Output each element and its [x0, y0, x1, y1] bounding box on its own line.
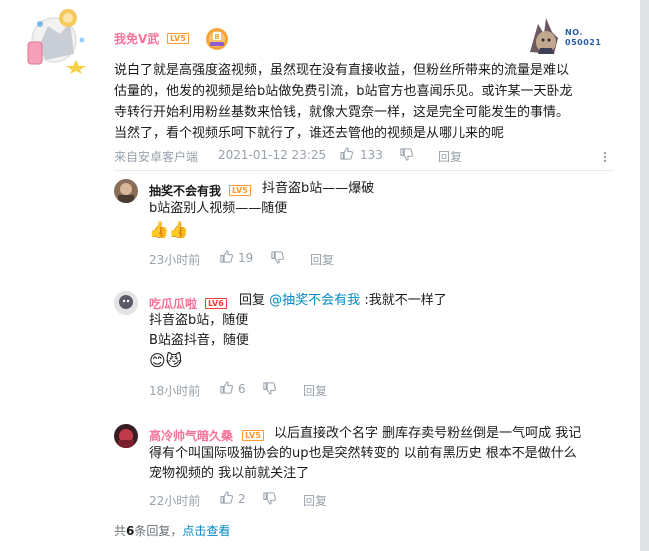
more-options-icon[interactable]: [600, 151, 610, 163]
thumb-down-icon[interactable]: [270, 250, 285, 265]
comment-line: 寺转行开始利用粉丝基数来恰钱，就像大霓奈一样，这是完全可能发生的事情。: [114, 105, 570, 120]
divider: [114, 170, 614, 171]
comment-time: 2021-01-12 23:25: [218, 148, 327, 162]
reply-avatar[interactable]: [114, 291, 138, 315]
reply-username[interactable]: 抽奖不会有我: [149, 182, 221, 199]
reply-username[interactable]: 高冷帅气暗久桑: [149, 427, 233, 444]
thumb-down-icon[interactable]: [262, 381, 277, 396]
reply-text: 宠物视频的 我以前就关注了: [149, 466, 310, 481]
level-badge: LV5: [242, 430, 264, 441]
reply-text-line: 回复 @抽奖不会有我 :我就不一样了: [239, 291, 447, 311]
reply-time: 18小时前: [149, 384, 201, 398]
comment-line: 当然了，看个视频乐呵下就行了，谁还去管他的视频是从哪儿来的呢: [114, 126, 505, 141]
level-badge: LV5: [229, 185, 251, 196]
main-username[interactable]: 我免V武: [114, 30, 159, 47]
thumb-down-icon[interactable]: [399, 147, 414, 162]
reply-button[interactable]: 回复: [303, 382, 327, 399]
thumb-down-icon[interactable]: [262, 491, 277, 506]
comment-source: 来自安卓客户端: [114, 150, 199, 164]
scrollbar[interactable]: [640, 0, 649, 551]
reply-text: 抖音盗b站，随便: [149, 313, 249, 328]
user-avatar[interactable]: [24, 4, 90, 74]
like-count: 133: [360, 148, 383, 162]
smile-emoji: 😊😼: [149, 351, 183, 370]
reply-text: 抖音盗b站——爆破: [262, 181, 375, 196]
like-count: 2: [238, 492, 246, 506]
like-count: 6: [238, 382, 246, 396]
level-badge: LV5: [167, 33, 189, 44]
total-prefix: 共: [114, 524, 127, 538]
thumb-up-icon[interactable]: [219, 490, 234, 505]
reply-time: 23小时前: [149, 253, 201, 267]
comment-line: 估量的，他发的视频是给b站做免费引流，b站官方也喜闻乐见。或许某一天卧龙: [114, 84, 573, 99]
reply-avatar[interactable]: [114, 424, 138, 448]
fan-number: 050021: [565, 38, 602, 47]
reply-button[interactable]: 回复: [303, 492, 327, 509]
reply-total: 共6条回复，点击查看: [114, 522, 230, 539]
comment-line: 说白了就是高强度盗视频，虽然现在没有直接收益，但粉丝所带来的流量是难以: [114, 63, 570, 78]
total-suffix: 条回复，: [134, 524, 183, 538]
reply-avatar[interactable]: [114, 179, 138, 203]
reply-button[interactable]: 回复: [310, 251, 334, 268]
reply-username[interactable]: 吃瓜瓜啦: [149, 295, 197, 312]
mention-link[interactable]: @抽奖不会有我: [269, 293, 360, 308]
fan-number-label: NO.: [565, 28, 583, 37]
reply-button[interactable]: 回复: [438, 148, 462, 165]
medal-badge-icon: B: [206, 28, 228, 50]
reply-text: b站盗别人视频——随便: [149, 201, 288, 216]
view-all-replies-link[interactable]: 点击查看: [182, 524, 230, 538]
reply-text: :我就不一样了: [364, 293, 447, 308]
thumb-up-icon[interactable]: [219, 380, 234, 395]
reply-text: 以后直接改个名字 删库存卖号粉丝倒是一气呵成 我记: [274, 426, 582, 441]
reply-text: B站盗抖音，随便: [149, 333, 249, 348]
reply-prefix: 回复: [239, 293, 266, 308]
main-comment-text: 说白了就是高强度盗视频，虽然现在没有直接收益，但粉丝所带来的流量是难以 估量的，…: [114, 60, 614, 144]
svg-text:B: B: [214, 33, 219, 41]
thumb-up-icon[interactable]: [339, 146, 354, 161]
level-badge: LV6: [205, 298, 227, 309]
reply-time: 22小时前: [149, 494, 201, 508]
reply-text: 得有个叫国际吸猫协会的up也是突然转变的 以前有黑历史 根本不是做什么: [149, 446, 577, 461]
thumb-up-icon[interactable]: [219, 249, 234, 264]
thumbs-up-emoji: 👍👍: [149, 220, 189, 239]
comment-card: 我免V武 LV5 B NO. 050021 说白了就是高强度盗视频，虽然现在没有…: [0, 0, 640, 551]
like-count: 19: [238, 251, 254, 265]
